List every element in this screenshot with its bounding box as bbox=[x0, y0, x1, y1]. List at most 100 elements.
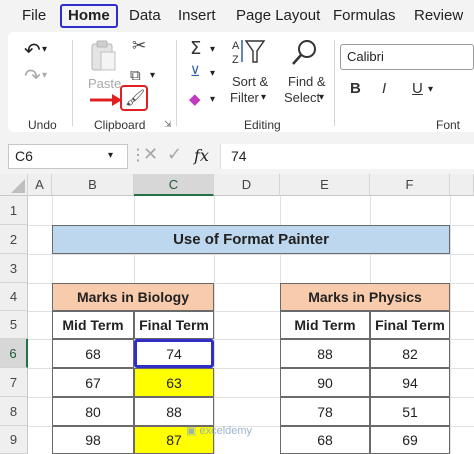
physics-col-final-term[interactable]: Final Term bbox=[370, 311, 450, 339]
tab-insert[interactable]: Insert bbox=[178, 4, 216, 28]
find-select-label-2[interactable]: Select bbox=[284, 90, 320, 105]
watermark: ▣ exceldemy bbox=[186, 424, 252, 437]
row-header-3[interactable]: 3 bbox=[0, 254, 28, 283]
col-header-e[interactable]: E bbox=[280, 174, 370, 196]
sort-filter-label-2[interactable]: Filter bbox=[230, 90, 259, 105]
redo-icon[interactable]: ↷ bbox=[24, 64, 41, 88]
gridline bbox=[450, 196, 451, 454]
sort-filter-label-1[interactable]: Sort & bbox=[232, 74, 268, 89]
formula-input[interactable]: 74 bbox=[220, 144, 474, 169]
ribbon: ↶ ▾ ↷ ▾ Undo Paste ✂ ⧉ ▾ 🖌 Clipboard ⇲ Σ… bbox=[0, 32, 474, 138]
copy-icon[interactable]: ⧉ bbox=[130, 66, 141, 84]
svg-text:A: A bbox=[232, 40, 240, 52]
biology-mid-cell[interactable]: 68 bbox=[52, 339, 134, 368]
cancel-icon[interactable]: ✕ bbox=[143, 144, 158, 165]
group-divider bbox=[72, 40, 73, 126]
undo-icon[interactable]: ↶ bbox=[24, 38, 41, 62]
tab-review[interactable]: Review bbox=[414, 4, 463, 28]
col-header-d[interactable]: D bbox=[214, 174, 280, 196]
chevron-down-icon[interactable]: ▾ bbox=[319, 92, 324, 103]
find-select-icon[interactable] bbox=[290, 36, 320, 68]
clear-icon[interactable]: ◆ bbox=[189, 90, 201, 108]
row-header-1[interactable]: 1 bbox=[0, 196, 28, 225]
arrow-icon bbox=[90, 94, 122, 106]
physics-final-cell[interactable]: 69 bbox=[370, 426, 450, 454]
chevron-down-icon[interactable]: ▾ bbox=[108, 150, 113, 161]
tab-page-layout[interactable]: Page Layout bbox=[236, 4, 320, 28]
bold-button[interactable]: B bbox=[350, 80, 361, 97]
group-divider bbox=[334, 40, 335, 126]
biology-col-final-term[interactable]: Final Term bbox=[134, 311, 214, 339]
col-header-c[interactable]: C bbox=[134, 174, 214, 196]
fill-icon[interactable]: ⊻ bbox=[190, 64, 200, 80]
col-header-g[interactable] bbox=[450, 174, 474, 196]
enter-icon[interactable]: ✓ bbox=[167, 144, 182, 165]
physics-mid-cell[interactable]: 90 bbox=[280, 368, 370, 397]
biology-mid-cell[interactable]: 67 bbox=[52, 368, 134, 397]
find-select-label-1[interactable]: Find & bbox=[288, 74, 326, 89]
col-header-f[interactable]: F bbox=[370, 174, 450, 196]
physics-mid-cell[interactable]: 88 bbox=[280, 339, 370, 368]
chevron-down-icon[interactable]: ▾ bbox=[261, 92, 266, 103]
row-header-4[interactable]: 4 bbox=[0, 283, 28, 311]
physics-final-cell[interactable]: 94 bbox=[370, 368, 450, 397]
sheet-title[interactable]: Use of Format Painter bbox=[52, 225, 450, 254]
physics-mid-cell[interactable]: 68 bbox=[280, 426, 370, 454]
biology-col-mid-term[interactable]: Mid Term bbox=[52, 311, 134, 339]
chevron-down-icon[interactable]: ▾ bbox=[42, 44, 47, 55]
formula-bar: C6 ▾ ⋮ ✕ ✓ fx 74 bbox=[0, 138, 474, 174]
autosum-icon[interactable]: Σ bbox=[190, 38, 201, 59]
ribbon-panel: ↶ ▾ ↷ ▾ Undo Paste ✂ ⧉ ▾ 🖌 Clipboard ⇲ Σ… bbox=[8, 32, 474, 132]
font-group-label: Font bbox=[436, 118, 461, 132]
physics-header[interactable]: Marks in Physics bbox=[280, 283, 450, 311]
row-header-5[interactable]: 5 bbox=[0, 311, 28, 339]
watermark-logo-icon: ▣ bbox=[186, 425, 197, 437]
select-all-corner[interactable] bbox=[0, 174, 28, 196]
biology-final-cell-selected[interactable]: 74 bbox=[134, 339, 214, 368]
chevron-down-icon[interactable]: ▾ bbox=[210, 94, 215, 105]
cut-icon[interactable]: ✂ bbox=[132, 36, 146, 56]
row-header-9[interactable]: 9 bbox=[0, 426, 28, 454]
insert-function-icon[interactable]: fx bbox=[194, 146, 209, 165]
chevron-down-icon[interactable]: ▾ bbox=[210, 44, 215, 55]
row-header-7[interactable]: 7 bbox=[0, 368, 28, 397]
row-header-8[interactable]: 8 bbox=[0, 397, 28, 426]
sort-filter-icon[interactable]: A Z bbox=[232, 36, 266, 66]
svg-text:Z: Z bbox=[232, 54, 239, 66]
row-header-2[interactable]: 2 bbox=[0, 225, 28, 254]
paste-label[interactable]: Paste bbox=[88, 76, 121, 91]
font-name-select[interactable]: Calibri bbox=[340, 44, 474, 70]
physics-final-cell[interactable]: 51 bbox=[370, 397, 450, 426]
spreadsheet-grid: A B C D E F 1 2 3 4 5 6 7 8 9 Use of For… bbox=[0, 174, 474, 454]
biology-final-cell[interactable]: 63 bbox=[134, 368, 214, 397]
physics-final-cell[interactable]: 82 bbox=[370, 339, 450, 368]
col-header-a[interactable]: A bbox=[28, 174, 52, 196]
tab-formulas[interactable]: Formulas bbox=[333, 4, 396, 28]
chevron-down-icon[interactable]: ▾ bbox=[150, 70, 155, 81]
watermark-text: exceldemy bbox=[199, 425, 253, 437]
biology-header[interactable]: Marks in Biology bbox=[52, 283, 214, 311]
chevron-down-icon[interactable]: ▾ bbox=[42, 70, 47, 81]
row-header-6[interactable]: 6 bbox=[0, 339, 28, 368]
chevron-down-icon[interactable]: ▾ bbox=[210, 68, 215, 79]
biology-mid-cell[interactable]: 98 bbox=[52, 426, 134, 454]
tab-file[interactable]: File bbox=[22, 4, 46, 28]
format-painter-button[interactable]: 🖌 bbox=[120, 85, 148, 111]
physics-mid-cell[interactable]: 78 bbox=[280, 397, 370, 426]
biology-final-cell[interactable]: 88 bbox=[134, 397, 214, 426]
undo-group-label: Undo bbox=[28, 118, 57, 132]
physics-col-mid-term[interactable]: Mid Term bbox=[280, 311, 370, 339]
chevron-down-icon[interactable]: ▾ bbox=[428, 84, 433, 95]
biology-mid-cell[interactable]: 80 bbox=[52, 397, 134, 426]
clipboard-group-label: Clipboard bbox=[94, 118, 146, 132]
paste-icon[interactable] bbox=[88, 38, 118, 72]
editing-group-label: Editing bbox=[244, 118, 281, 132]
col-header-b[interactable]: B bbox=[52, 174, 134, 196]
group-divider bbox=[176, 40, 177, 126]
italic-button[interactable]: I bbox=[382, 80, 386, 97]
tab-data[interactable]: Data bbox=[129, 4, 161, 28]
dialog-launcher-icon[interactable]: ⇲ bbox=[164, 120, 172, 130]
underline-button[interactable]: U bbox=[412, 80, 423, 97]
format-painter-icon: 🖌 bbox=[125, 88, 146, 107]
tab-home[interactable]: Home bbox=[60, 4, 118, 28]
